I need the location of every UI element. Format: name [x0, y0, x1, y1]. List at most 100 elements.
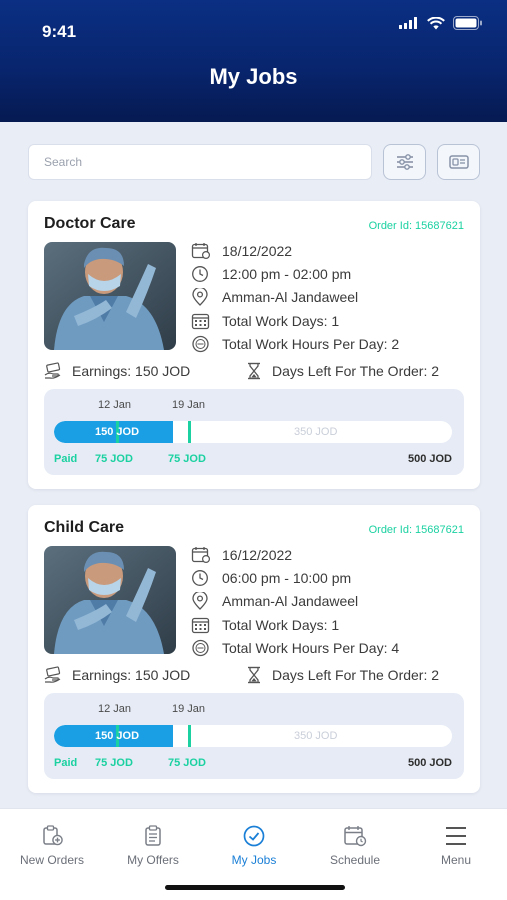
job-info: 16/12/2022 06:00 pm - 10:00 pm Amman-Al …: [191, 543, 471, 659]
work-hours-icon: [192, 335, 209, 352]
id-card-button[interactable]: [437, 144, 480, 180]
tab-schedule[interactable]: Schedule: [307, 825, 403, 867]
earnings-row: Earnings: 150 JOD Days Left For The Orde…: [44, 666, 464, 686]
paid-label: Paid: [54, 453, 78, 465]
remaining-amount-label: 350 JOD: [294, 426, 338, 438]
clipboard-icon: [145, 825, 161, 846]
date-row: 18/12/2022: [191, 239, 471, 262]
app-header: 9:41 My Jobs: [0, 0, 507, 122]
progress-date-1: 12 Jan: [98, 703, 132, 715]
hourglass-icon: [248, 666, 260, 684]
progress-date-2: 19 Jan: [172, 399, 206, 411]
job-photo: [44, 242, 176, 350]
signal-icon: [399, 17, 417, 29]
status-icons: [399, 16, 483, 30]
job-photo: [44, 546, 176, 654]
location-pin-icon: [192, 592, 208, 611]
installment-2: 75 JOD: [168, 453, 206, 465]
order-id: Order Id: 15687621: [368, 220, 464, 232]
job-location: Amman-Al Jandaweel: [222, 289, 359, 306]
job-title: Doctor Care: [44, 215, 136, 232]
tab-label: My Jobs: [231, 853, 277, 867]
total-amount: 500 JOD: [407, 453, 452, 465]
job-card[interactable]: Doctor Care Order Id: 15687621 18/12/202…: [28, 201, 480, 489]
paid-label: Paid: [54, 757, 78, 769]
job-work-days: Total Work Days: 1: [222, 616, 340, 633]
money-hand-icon: [44, 362, 61, 379]
job-work-hours: Total Work Hours Per Day: 4: [222, 639, 400, 656]
job-time: 12:00 pm - 02:00 pm: [222, 265, 352, 282]
page-title: My Jobs: [209, 64, 298, 89]
location-row: Amman-Al Jandaweel: [191, 286, 471, 309]
paid-amount-label: 150 JOD: [95, 730, 140, 742]
money-hand-icon: [44, 666, 61, 683]
tab-label: Schedule: [329, 853, 381, 867]
calendar-grid-icon: [191, 617, 210, 633]
job-title: Child Care: [44, 519, 125, 536]
payment-tick-2: [188, 725, 191, 747]
job-work-days: Total Work Days: 1: [222, 312, 340, 329]
search-input[interactable]: Search: [28, 144, 372, 180]
work-days-row: Total Work Days: 1: [191, 613, 471, 636]
clock-icon: [192, 569, 208, 586]
wifi-icon: [427, 16, 445, 29]
earnings-text: Earnings: 150 JOD: [72, 667, 191, 683]
filter-button[interactable]: [383, 144, 426, 180]
progress-date-2: 19 Jan: [172, 703, 206, 715]
order-id: Order Id: 15687621: [368, 524, 464, 536]
clock-icon: [192, 265, 208, 282]
tab-my-jobs[interactable]: My Jobs: [206, 825, 302, 867]
new-orders-icon: [43, 825, 63, 846]
installment-2: 75 JOD: [168, 757, 206, 769]
time-row: 06:00 pm - 10:00 pm: [191, 566, 471, 589]
job-date: 16/12/2022: [222, 546, 293, 563]
work-hours-row: Total Work Hours Per Day: 4: [191, 636, 471, 659]
earnings-row: Earnings: 150 JOD Days Left For The Orde…: [44, 362, 464, 382]
total-amount: 500 JOD: [407, 757, 452, 769]
payment-bar: 150 JOD 350 JOD: [54, 725, 452, 747]
search-toolbar: Search: [28, 144, 480, 180]
battery-icon: [453, 16, 482, 30]
status-time: 9:41: [42, 22, 77, 41]
tab-my-offers[interactable]: My Offers: [105, 825, 201, 867]
calendar-grid-icon: [191, 313, 210, 329]
days-left-text: Days Left For The Order: 2: [272, 667, 440, 683]
paid-amount-label: 150 JOD: [95, 426, 140, 438]
tab-label: New Orders: [19, 853, 84, 867]
time-row: 12:00 pm - 02:00 pm: [191, 262, 471, 285]
calendar-icon: [191, 242, 211, 259]
payment-bar: 150 JOD 350 JOD: [54, 421, 452, 443]
sliders-icon: [396, 154, 413, 170]
work-days-row: Total Work Days: 1: [191, 309, 471, 332]
tab-new-orders[interactable]: New Orders: [4, 825, 100, 867]
installment-1: 75 JOD: [95, 757, 133, 769]
hourglass-icon: [248, 362, 260, 380]
earnings-text: Earnings: 150 JOD: [72, 363, 191, 379]
job-work-hours: Total Work Hours Per Day: 2: [222, 335, 400, 352]
hamburger-menu-icon: [446, 827, 466, 845]
calendar-clock-icon: [344, 826, 367, 847]
work-hours-row: Total Work Hours Per Day: 2: [191, 332, 471, 355]
job-info: 18/12/2022 12:00 pm - 02:00 pm Amman-Al …: [191, 239, 471, 355]
payment-progress: 12 Jan 19 Jan 150 JOD 350 JOD Paid 75 JO…: [44, 693, 464, 779]
id-card-icon: [448, 155, 469, 169]
location-pin-icon: [192, 288, 208, 307]
home-indicator: [165, 885, 345, 890]
remaining-amount-label: 350 JOD: [294, 730, 338, 742]
check-circle-icon: [243, 825, 265, 847]
days-left-text: Days Left For The Order: 2: [272, 363, 440, 379]
job-date: 18/12/2022: [222, 242, 293, 259]
date-row: 16/12/2022: [191, 543, 471, 566]
calendar-icon: [191, 546, 211, 563]
payment-progress: 12 Jan 19 Jan 150 JOD 350 JOD Paid 75 JO…: [44, 389, 464, 475]
work-hours-icon: [192, 639, 209, 656]
search-placeholder: Search: [44, 155, 83, 169]
payment-tick-2: [188, 421, 191, 443]
tab-label: Menu: [440, 853, 472, 867]
job-time: 06:00 pm - 10:00 pm: [222, 569, 352, 586]
location-row: Amman-Al Jandaweel: [191, 590, 471, 613]
tab-menu[interactable]: Menu: [408, 825, 504, 867]
tab-label: My Offers: [127, 853, 179, 867]
job-card[interactable]: Child Care Order Id: 15687621 16/12/2022…: [28, 505, 480, 793]
progress-date-1: 12 Jan: [98, 399, 132, 411]
